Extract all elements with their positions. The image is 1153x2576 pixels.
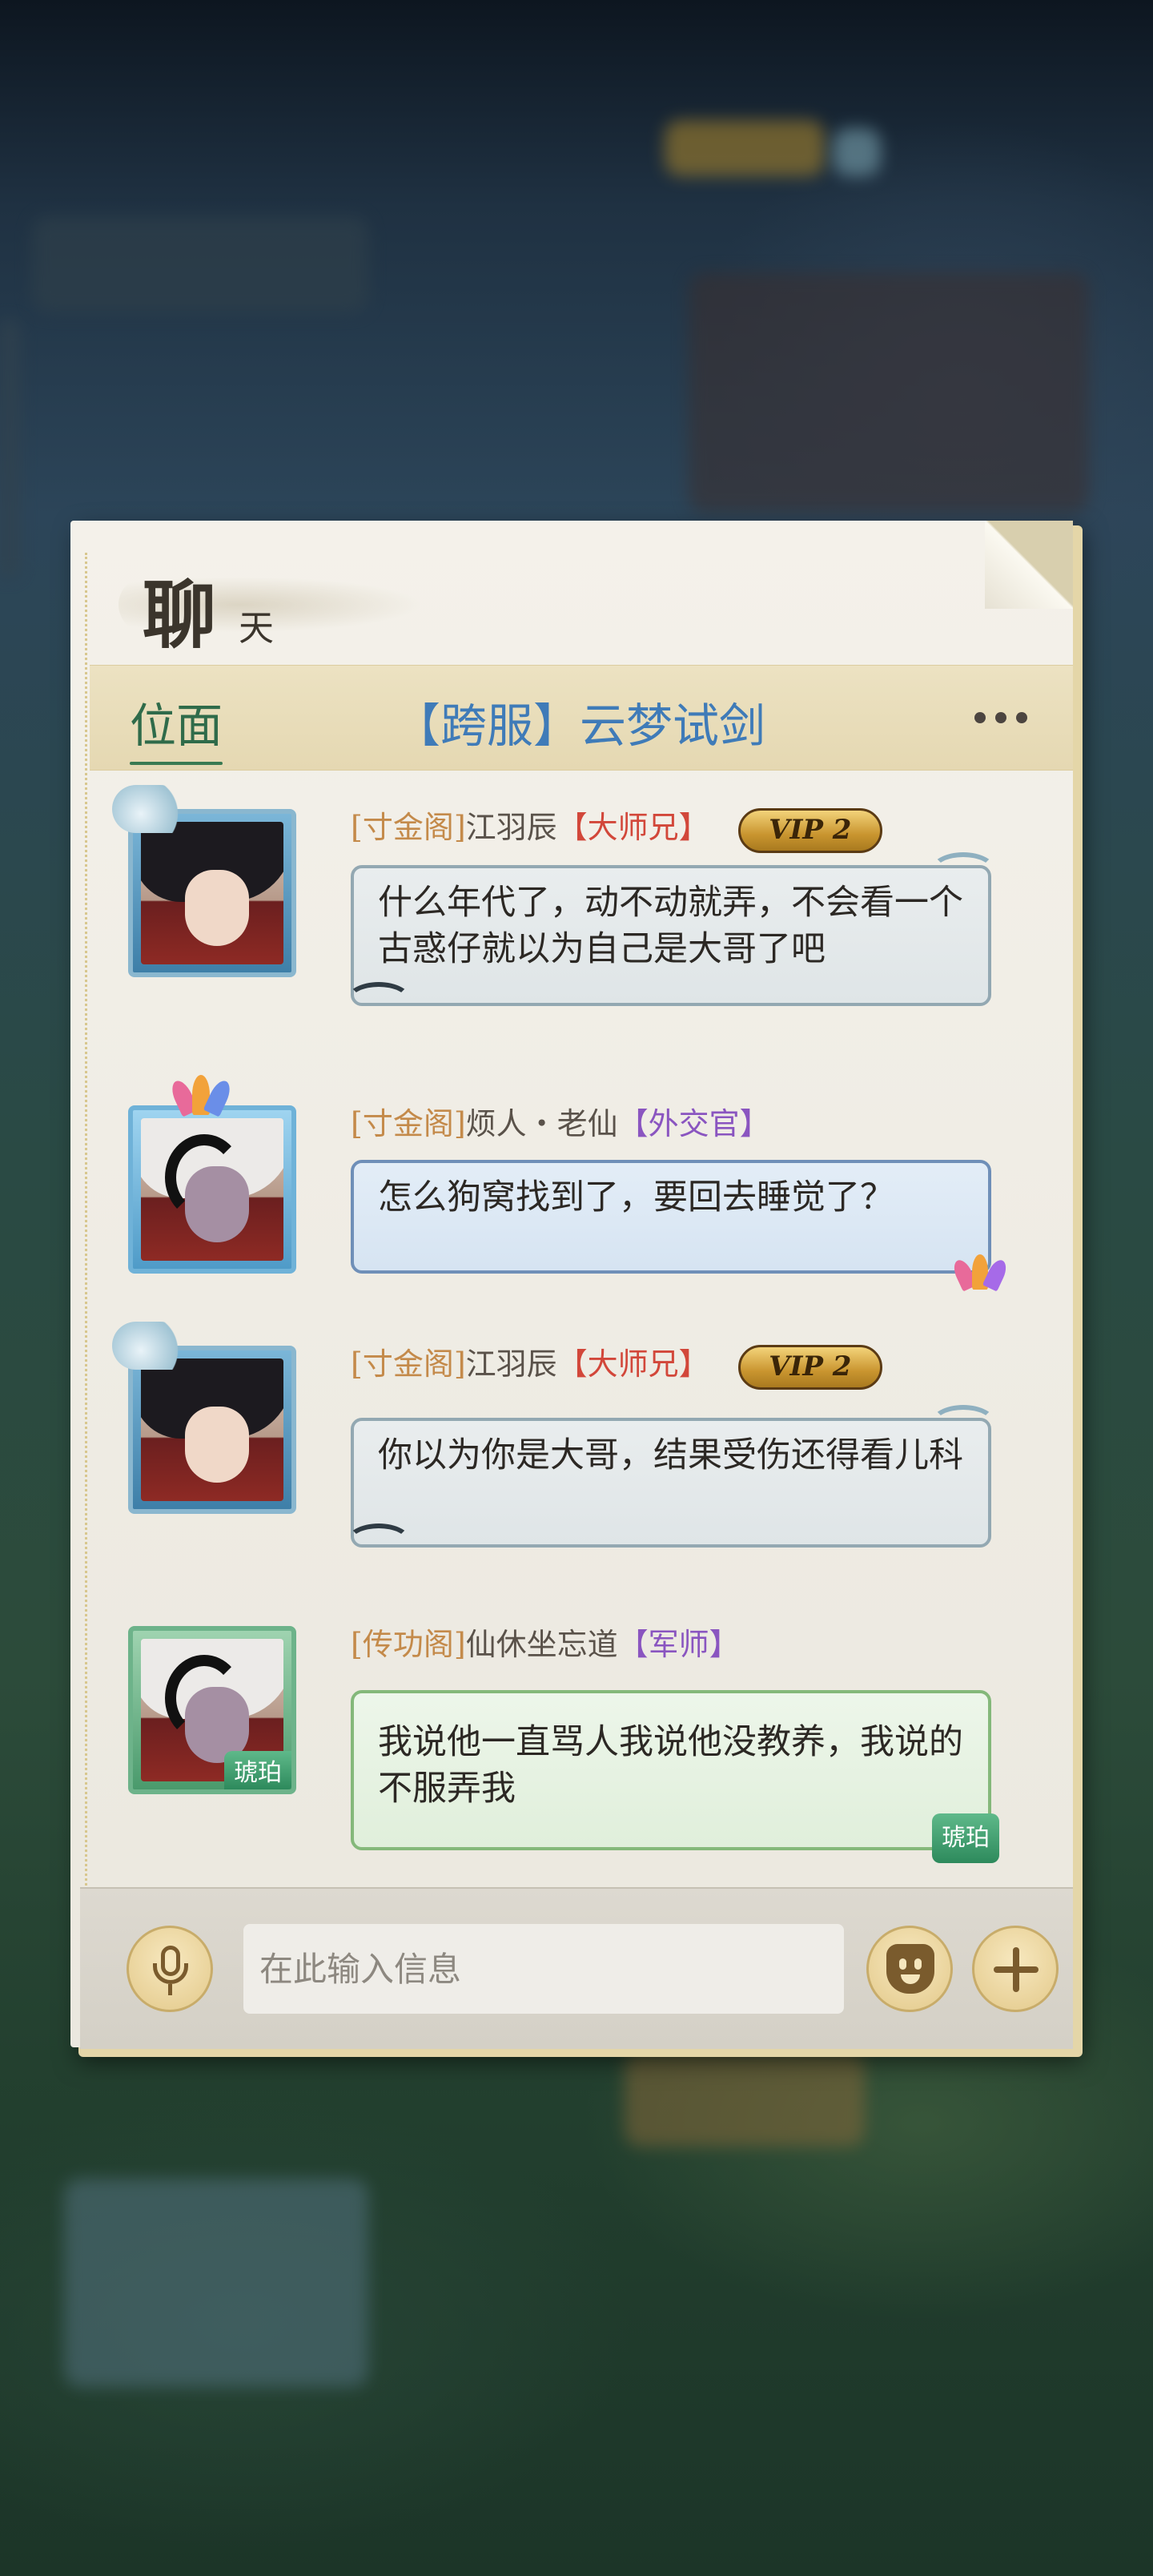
sender-rank: 【大师兄】 (556, 810, 709, 845)
swirl-decoration-icon (930, 852, 996, 889)
sender-rank: 【大师兄】 (556, 1346, 709, 1382)
panel-paper: 聊 天 位面 【跨服】云梦试剑 [寸金阁]江羽辰【大师兄】 VIP 2 什么年代… (70, 521, 1073, 2049)
swirl-decoration-icon (346, 1523, 412, 1560)
background-bottom-building (625, 2051, 865, 2147)
avatar-portrait (141, 822, 283, 964)
vip-label: VIP 2 (769, 1350, 852, 1383)
sender-guild: [寸金阁] (351, 810, 466, 845)
sender-name[interactable]: 烦人・老仙 (466, 1106, 618, 1141)
background-icon (833, 128, 881, 176)
background-bottom-building-2 (64, 2179, 368, 2387)
tab-plane[interactable]: 位面 (130, 688, 223, 765)
sender-guild: [寸金阁] (351, 1106, 466, 1141)
crown-decoration-icon (167, 1075, 235, 1117)
tab-underline (130, 762, 223, 765)
background-side-panel (689, 272, 1089, 513)
lotus-decoration-icon (950, 1254, 1010, 1292)
channel-bar: 位面 【跨服】云梦试剑 (90, 665, 1073, 771)
sender-rank: 【外交官】 (617, 1106, 770, 1141)
channel-selector[interactable]: 【跨服】云梦试剑 (394, 688, 765, 755)
avatar-frame-tag: 琥珀 (224, 1751, 291, 1789)
mic-icon[interactable] (127, 1926, 213, 2012)
sender-line: [传功阁]仙休坐忘道【军师】 (351, 1620, 740, 1664)
bubble-frame-tag: 琥珀 (932, 1813, 999, 1863)
title-main-char: 聊 (143, 572, 217, 658)
cloud-frame-icon (112, 785, 184, 833)
sender-line: [寸金阁]烦人・老仙【外交官】 (351, 1099, 770, 1143)
message-bubble[interactable]: 你以为你是大哥，结果受伤还得看儿科 (346, 1405, 996, 1548)
message-text: 什么年代了，动不动就弄，不会看一个古惑仔就以为自己是大哥了吧 (378, 883, 963, 969)
avatar[interactable] (128, 1105, 296, 1274)
chat-message: [寸金阁]江羽辰【大师兄】 VIP 2 什么年代了，动不动就弄，不会看一个古惑仔… (94, 785, 1047, 1049)
chat-message: 琥珀 [传功阁]仙休坐忘道【军师】 我说他一直骂人我说他没教养，我说的不服弄我 … (94, 1602, 1047, 1866)
sender-line: [寸金阁]江羽辰【大师兄】 VIP 2 (351, 1339, 882, 1390)
cloud-frame-icon (112, 1322, 184, 1370)
title-sub-char: 天 (239, 608, 274, 649)
sender-guild: [寸金阁] (351, 1346, 466, 1382)
plus-icon[interactable] (972, 1926, 1059, 2012)
vip-badge: VIP 2 (737, 807, 882, 853)
more-icon[interactable] (961, 698, 1041, 738)
chat-message: [寸金阁]江羽辰【大师兄】 VIP 2 你以为你是大哥，结果受伤还得看儿科 (94, 1322, 1047, 1586)
message-bubble[interactable]: 我说他一直骂人我说他没教养，我说的不服弄我 琥珀 (351, 1690, 999, 1863)
vip-label: VIP 2 (769, 813, 852, 846)
background-player-card (32, 216, 368, 312)
emoji-icon[interactable] (866, 1926, 953, 2012)
chat-message: [寸金阁]烦人・老仙【外交官】 怎么狗窝找到了，要回去睡觉了？ (94, 1075, 1047, 1322)
message-bubble[interactable]: 什么年代了，动不动就弄，不会看一个古惑仔就以为自己是大哥了吧 (346, 852, 996, 1006)
vip-badge: VIP 2 (737, 1344, 882, 1390)
sender-name[interactable]: 仙休坐忘道 (466, 1627, 618, 1662)
avatar[interactable] (128, 1346, 296, 1514)
panel-title: 聊 天 (119, 553, 455, 658)
chat-panel: 聊 天 位面 【跨服】云梦试剑 [寸金阁]江羽辰【大师兄】 VIP 2 什么年代… (70, 521, 1083, 2057)
sender-name[interactable]: 江羽辰 (466, 1346, 557, 1382)
sender-line: [寸金阁]江羽辰【大师兄】 VIP 2 (351, 803, 882, 853)
message-input[interactable] (243, 1924, 844, 2014)
tab-plane-label: 位面 (130, 698, 223, 753)
message-text: 怎么狗窝找到了，要回去睡觉了？ (378, 1177, 894, 1218)
sender-guild: [传功阁] (351, 1627, 466, 1662)
page-corner-fold (985, 521, 1073, 609)
sender-name[interactable]: 江羽辰 (466, 810, 557, 845)
input-bar (80, 1887, 1073, 2049)
message-text: 我说他一直骂人我说他没教养，我说的不服弄我 (378, 1722, 963, 1809)
background-resource-bar (665, 120, 825, 176)
message-bubble[interactable]: 怎么狗窝找到了，要回去睡觉了？ (351, 1160, 1010, 1292)
avatar[interactable] (128, 809, 296, 977)
swirl-decoration-icon (930, 1405, 996, 1442)
avatar-portrait (141, 1358, 283, 1501)
background-left-tab (0, 320, 19, 577)
swirl-decoration-icon (346, 982, 412, 1019)
avatar[interactable]: 琥珀 (128, 1626, 296, 1794)
sender-rank: 【军师】 (617, 1627, 740, 1662)
avatar-portrait (141, 1118, 283, 1261)
dotted-rail (85, 553, 90, 2015)
message-text: 你以为你是大哥，结果受伤还得看儿科 (378, 1435, 963, 1475)
